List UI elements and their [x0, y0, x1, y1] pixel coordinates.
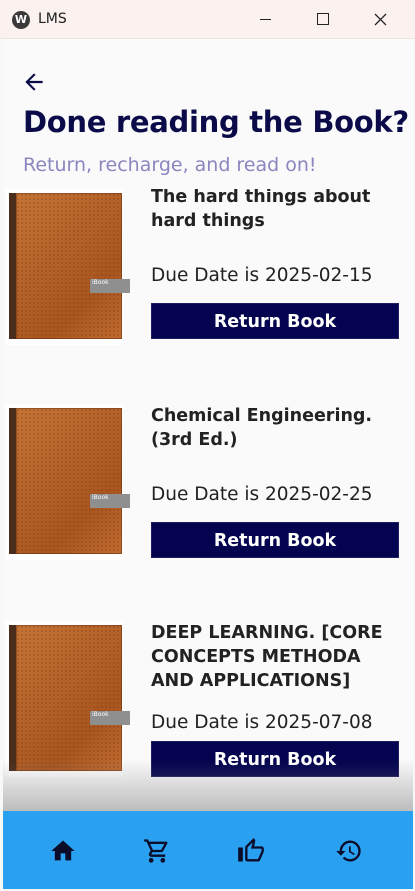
back-button[interactable] — [21, 69, 47, 95]
nav-history-button[interactable] — [335, 837, 363, 865]
minimize-icon — [260, 19, 271, 20]
cover-label: iBook — [90, 494, 130, 508]
thumbs-up-icon — [238, 838, 264, 862]
close-icon — [374, 13, 387, 26]
cart-icon — [144, 839, 168, 863]
app-logo-icon: W — [12, 11, 30, 29]
due-date: Due Date is 2025-02-25 — [151, 484, 373, 505]
return-book-button[interactable]: Return Book — [151, 303, 399, 339]
history-icon — [336, 840, 361, 862]
due-date: Due Date is 2025-07-08 — [151, 712, 373, 733]
home-icon — [51, 840, 75, 861]
nav-cart-button[interactable] — [143, 837, 171, 865]
book-title: DEEP LEARNING. [CORE CONCEPTS METHODA AN… — [151, 623, 383, 691]
cover-label: iBook — [90, 711, 130, 725]
maximize-icon — [317, 13, 329, 25]
window-title: LMS — [38, 11, 67, 27]
minimize-button[interactable] — [238, 0, 294, 38]
app-screen: Done reading the Book? Return, recharge,… — [3, 39, 413, 889]
book-title: The hard things about hard things — [151, 189, 371, 231]
maximize-button[interactable] — [294, 0, 350, 38]
close-window-button[interactable] — [352, 0, 408, 38]
arrow-back-icon — [25, 73, 43, 91]
due-date: Due Date is 2025-02-15 — [151, 265, 373, 286]
book-cover-image: iBook — [5, 404, 130, 560]
book-cover-image: iBook — [5, 621, 130, 777]
window-titlebar: W LMS — [0, 0, 415, 39]
page-title: Done reading the Book? — [23, 105, 409, 139]
nav-like-button[interactable] — [237, 837, 265, 865]
book-title: Chemical Engineering. (3rd Ed.) — [151, 406, 373, 450]
return-book-button[interactable]: Return Book — [151, 522, 399, 558]
bottom-navigation-bar — [3, 811, 413, 889]
book-cover-image: iBook — [5, 189, 130, 345]
nav-home-button[interactable] — [49, 837, 77, 865]
cover-label: iBook — [90, 279, 130, 293]
borrowed-books-list[interactable]: iBook The hard things about hard things … — [3, 189, 413, 849]
scroll-fade-overlay — [3, 759, 413, 819]
page-subtitle: Return, recharge, and read on! — [23, 154, 317, 176]
